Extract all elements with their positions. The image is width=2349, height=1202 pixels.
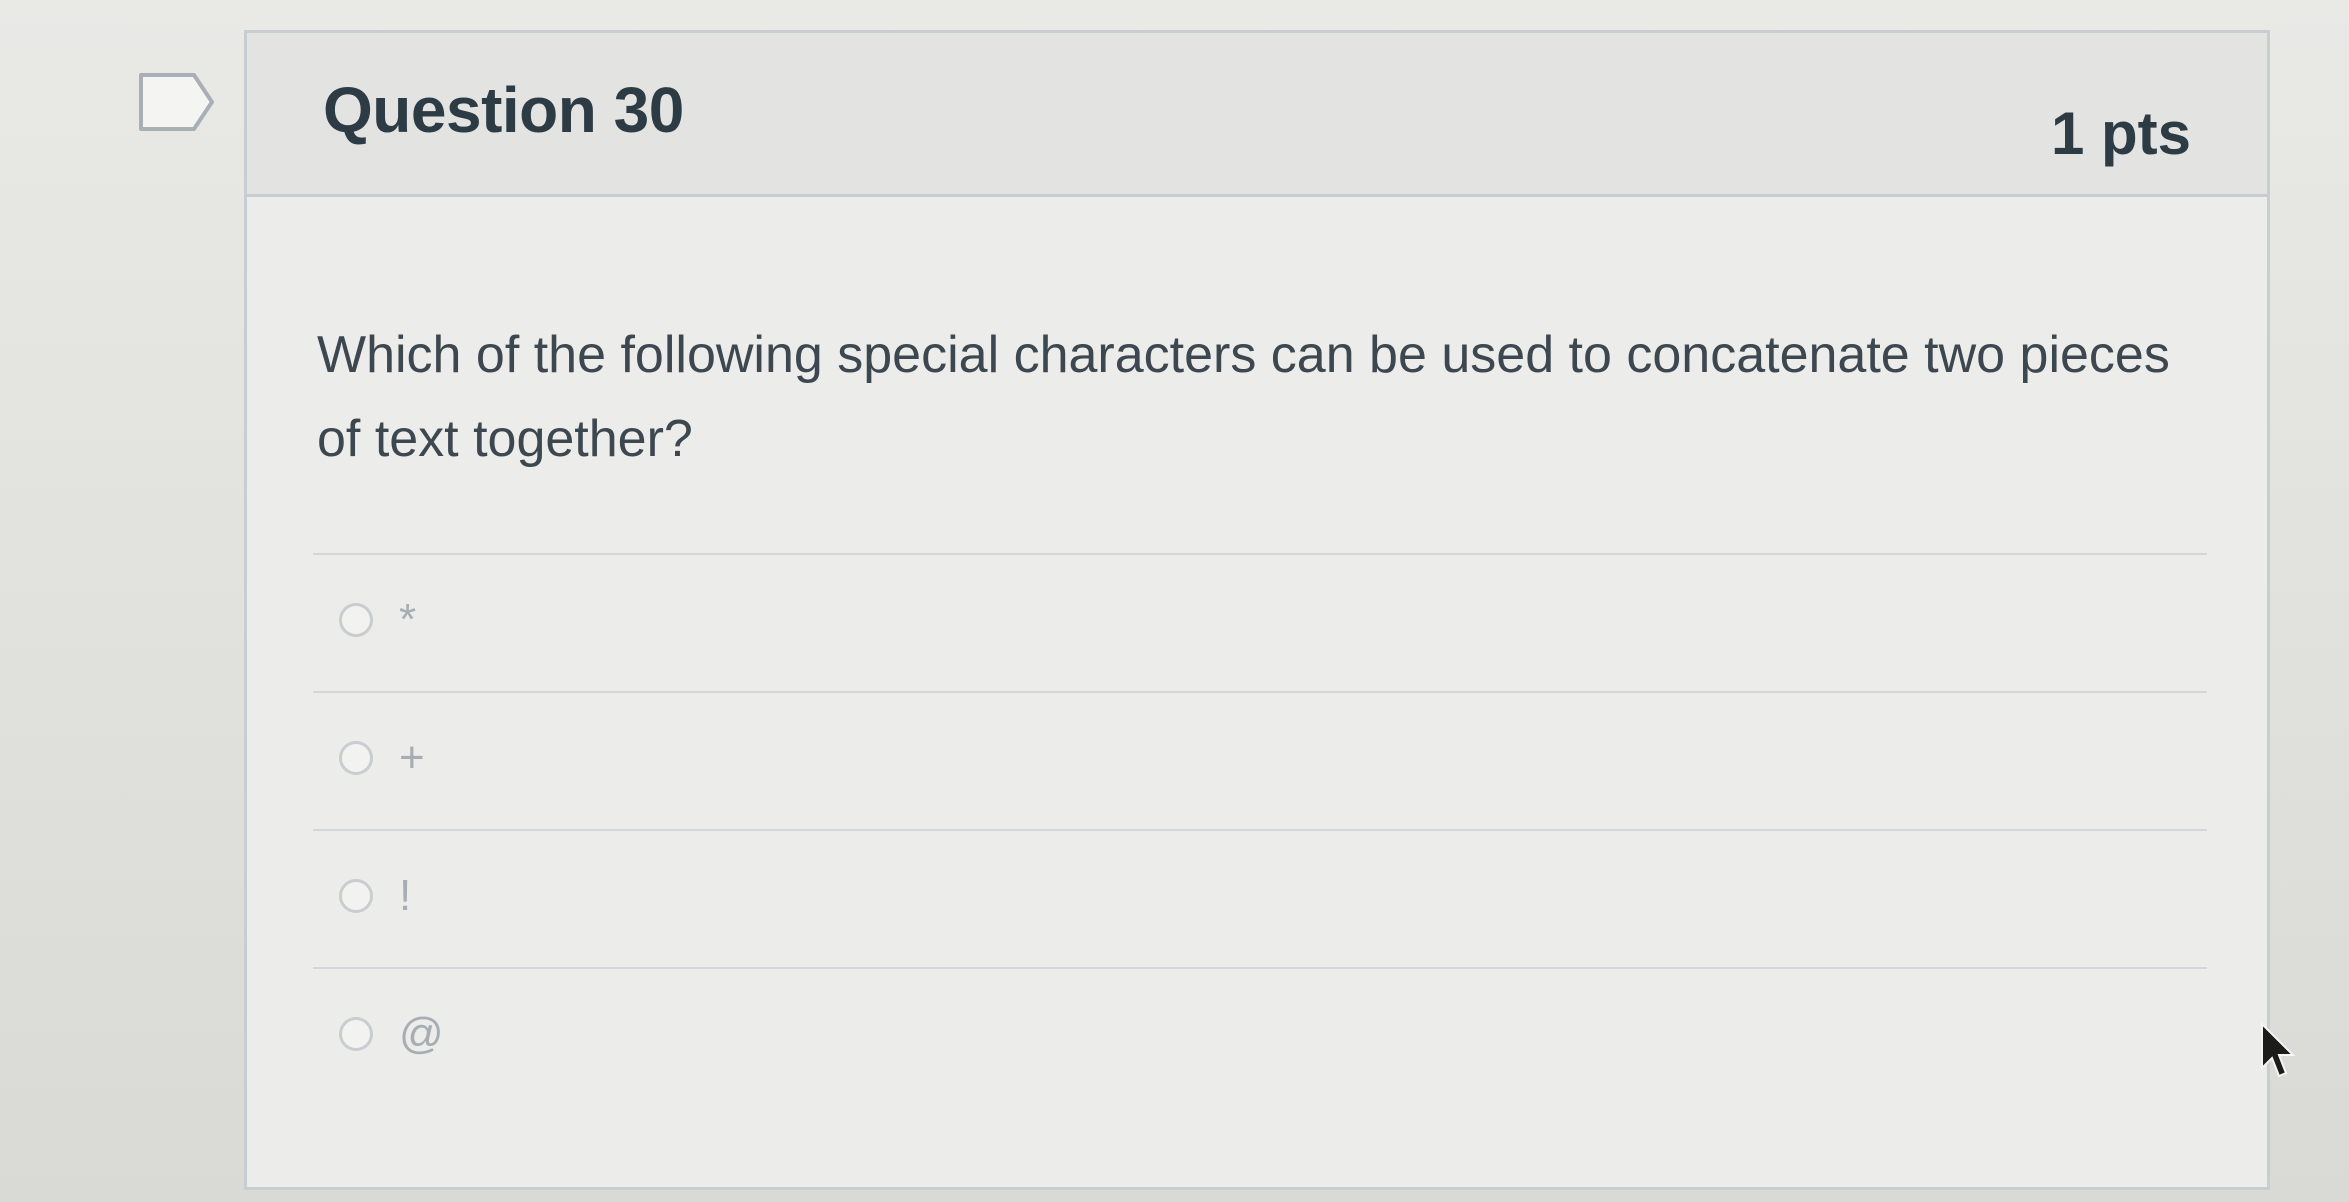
question-text: Which of the following special character…: [317, 326, 2170, 468]
question-header: Question 30 1 pts: [247, 33, 2267, 197]
answer-label: !: [399, 871, 412, 920]
flag-bookmark-icon: [139, 73, 214, 131]
answer-option[interactable]: *: [313, 553, 2207, 691]
radio-button[interactable]: [339, 741, 373, 775]
answer-label: @: [399, 1009, 444, 1058]
question-points: 1 pts: [2050, 100, 2191, 167]
answer-option[interactable]: !: [313, 829, 2207, 967]
flag-question-button[interactable]: [138, 72, 216, 132]
question-title: Question 30: [323, 74, 684, 146]
radio-button[interactable]: [339, 1017, 373, 1051]
answer-label: +: [399, 733, 425, 782]
mouse-cursor-icon: [2261, 1022, 2296, 1078]
answer-label: *: [399, 595, 417, 644]
radio-button[interactable]: [339, 879, 373, 913]
quiz-page: Question 30 1 pts Which of the following…: [0, 0, 2349, 1202]
radio-button[interactable]: [339, 603, 373, 637]
answer-option[interactable]: @: [313, 967, 2207, 1105]
answer-list: * + ! @: [313, 553, 2207, 1105]
question-card: Question 30 1 pts Which of the following…: [244, 30, 2270, 1190]
answer-option[interactable]: +: [313, 691, 2207, 829]
